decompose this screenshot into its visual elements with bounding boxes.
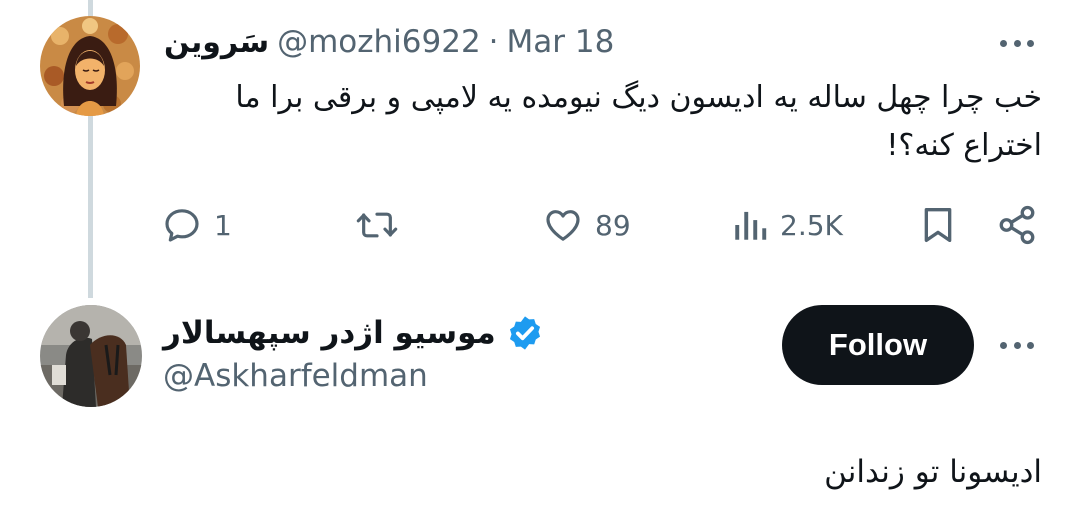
follow-button[interactable]: Follow xyxy=(782,305,974,385)
display-name[interactable]: موسیو اژدر سپهسالار xyxy=(163,315,496,351)
like-count: 89 xyxy=(595,208,631,242)
reply-button[interactable]: 1 xyxy=(162,200,232,250)
heart-icon xyxy=(546,210,580,241)
more-options-icon[interactable] xyxy=(1000,340,1034,350)
separator-dot: · xyxy=(488,24,499,60)
tweet-header: سَروین @mozhi6922 · Mar 18 xyxy=(164,22,614,62)
bar-chart-icon xyxy=(735,211,767,240)
retweet-icon xyxy=(356,212,398,238)
tweet-text: ادیسونا تو زندانن xyxy=(824,454,1042,490)
user-handle[interactable]: @Askharfeldman xyxy=(163,358,428,394)
verified-badge-icon xyxy=(509,316,540,350)
avatar[interactable] xyxy=(40,305,142,407)
more-options-icon[interactable] xyxy=(1000,38,1034,48)
bookmark-button[interactable] xyxy=(918,200,958,250)
display-name[interactable]: سَروین xyxy=(164,25,269,60)
tweet-date[interactable]: Mar 18 xyxy=(507,24,615,60)
tweet-text: خب چرا چهل ساله یه ادیسون دیگ نیومده یه … xyxy=(235,80,1042,163)
reply-icon xyxy=(165,209,199,242)
bookmark-icon xyxy=(924,208,952,242)
share-icon xyxy=(999,205,1035,245)
user-handle[interactable]: @mozhi6922 xyxy=(277,24,481,60)
views-button[interactable]: 2.5K xyxy=(732,200,843,250)
avatar[interactable] xyxy=(40,16,140,116)
retweet-button[interactable] xyxy=(355,200,411,250)
like-button[interactable]: 89 xyxy=(543,200,631,250)
avatar-photo xyxy=(40,305,142,407)
tweet-actions-bar: 1 89 2.5K xyxy=(0,200,1080,250)
share-button[interactable] xyxy=(996,200,1038,250)
views-count: 2.5K xyxy=(780,208,843,242)
reply-count: 1 xyxy=(214,208,232,242)
tweet-author-row: موسیو اژدر سپهسالار xyxy=(163,310,544,356)
avatar-illustration xyxy=(40,16,140,116)
